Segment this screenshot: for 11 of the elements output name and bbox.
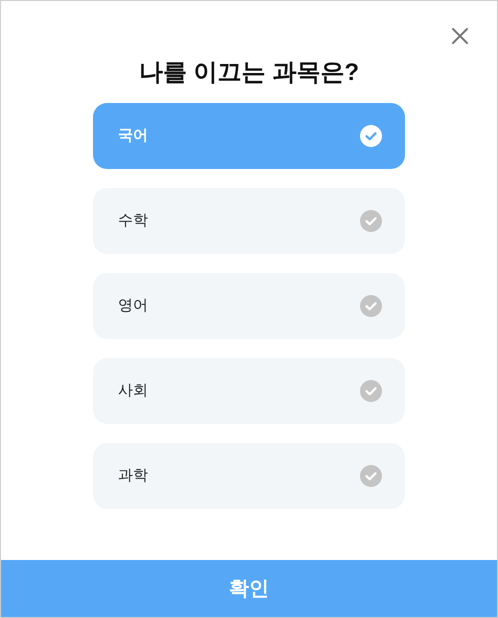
close-icon[interactable] [450, 26, 470, 46]
check-circle-icon [360, 465, 382, 487]
check-circle-icon [360, 210, 382, 232]
dialog-title: 나를 이끄는 과목은? [139, 58, 359, 88]
option-button[interactable]: 수학 [93, 188, 405, 254]
check-circle-icon [360, 295, 382, 317]
option-button[interactable]: 과학 [93, 443, 405, 509]
check-circle-icon [360, 125, 382, 147]
option-button[interactable]: 영어 [93, 273, 405, 339]
option-button[interactable]: 사회 [93, 358, 405, 424]
check-circle-icon [360, 380, 382, 402]
